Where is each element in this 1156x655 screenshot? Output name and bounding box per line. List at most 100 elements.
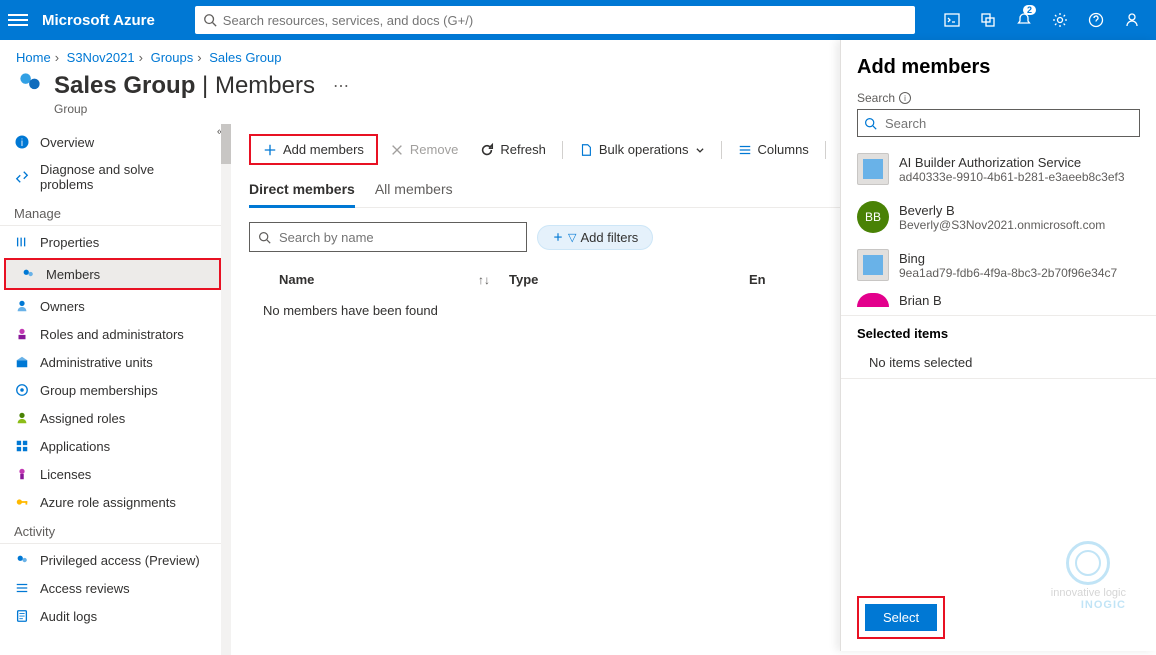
crumb-tenant[interactable]: S3Nov2021 (67, 50, 135, 65)
bulk-operations-button[interactable]: Bulk operations (569, 138, 715, 161)
crumb-home[interactable]: Home (16, 50, 51, 65)
sidebar-item-privileged[interactable]: Privileged access (Preview) (0, 546, 225, 574)
notification-badge: 2 (1023, 5, 1036, 15)
scrollbar-thumb[interactable] (221, 124, 231, 164)
crumb-current[interactable]: Sales Group (209, 50, 281, 65)
privileged-icon (14, 552, 30, 568)
result-item[interactable]: BB Beverly BBeverly@S3Nov2021.onmicrosof… (841, 193, 1156, 241)
name-search[interactable] (249, 222, 527, 252)
info-icon[interactable]: i (899, 92, 911, 104)
help-icon[interactable] (1080, 0, 1112, 40)
assigned-roles-icon (14, 410, 30, 426)
sidebar-section-manage: Manage (0, 198, 225, 226)
group-memberships-icon (14, 382, 30, 398)
highlight-add-members: Add members (249, 134, 378, 165)
search-icon (203, 13, 217, 27)
add-members-button[interactable]: Add members (253, 138, 374, 161)
column-type[interactable]: Type (509, 272, 749, 287)
file-icon (579, 143, 593, 157)
owners-icon (14, 298, 30, 314)
sidebar-item-members[interactable]: Members (6, 260, 219, 288)
applications-icon (14, 438, 30, 454)
key-icon (14, 494, 30, 510)
sidebar-item-owners[interactable]: Owners (0, 292, 225, 320)
columns-icon (738, 143, 752, 157)
add-members-panel: Add members Search i AI Builder Authoriz… (840, 40, 1156, 651)
notifications-icon[interactable]: 2 (1008, 0, 1040, 40)
refresh-icon (480, 143, 494, 157)
result-item[interactable]: Bing9ea1ad79-fdb6-4f9a-8bc3-2b70f96e34c7 (841, 241, 1156, 289)
sidebar-item-azure-roles[interactable]: Azure role assignments (0, 488, 225, 516)
more-actions-icon[interactable]: ⋯ (333, 76, 350, 96)
toolbar-separator (721, 141, 722, 159)
refresh-button[interactable]: Refresh (470, 138, 556, 161)
svg-text:i: i (21, 138, 23, 149)
panel-footer: Select (841, 584, 1156, 651)
sidebar-item-access-reviews[interactable]: Access reviews (0, 574, 225, 602)
select-button[interactable]: Select (865, 604, 937, 631)
cloud-shell-icon[interactable] (936, 0, 968, 40)
panel-search-label: Search i (841, 91, 1156, 109)
global-search-input[interactable] (217, 12, 907, 29)
search-icon (864, 117, 877, 130)
remove-button: Remove (380, 138, 468, 161)
service-avatar-icon (857, 249, 889, 281)
sort-icon[interactable]: ↑↓ (478, 273, 490, 287)
sidebar-item-roles[interactable]: Roles and administrators (0, 320, 225, 348)
result-item[interactable]: Brian B (841, 289, 1156, 307)
user-avatar-icon (857, 293, 889, 307)
admin-units-icon (14, 354, 30, 370)
feedback-icon[interactable] (1116, 0, 1148, 40)
plus-icon (263, 143, 277, 157)
tab-direct-members[interactable]: Direct members (249, 177, 355, 208)
sidebar-section-activity: Activity (0, 516, 225, 544)
column-name[interactable]: Name ↑↓ (249, 272, 509, 287)
service-avatar-icon (857, 153, 889, 185)
group-icon (16, 69, 44, 102)
sidebar-item-licenses[interactable]: Licenses (0, 460, 225, 488)
directories-icon[interactable] (972, 0, 1004, 40)
selected-items-header: Selected items (841, 315, 1156, 347)
crumb-groups[interactable]: Groups (151, 50, 194, 65)
sidebar-item-admin-units[interactable]: Administrative units (0, 348, 225, 376)
sidebar-item-applications[interactable]: Applications (0, 432, 225, 460)
filter-icon (552, 231, 564, 243)
sidebar-item-overview[interactable]: i Overview (0, 128, 225, 156)
info-icon: i (14, 134, 30, 150)
settings-icon[interactable] (1044, 0, 1076, 40)
highlight-select: Select (857, 596, 945, 639)
sidebar: « i Overview Diagnose and solve problems… (0, 124, 225, 655)
toolbar-separator (562, 141, 563, 159)
tab-all-members[interactable]: All members (375, 177, 453, 207)
columns-button[interactable]: Columns (728, 138, 819, 161)
x-icon (390, 143, 404, 157)
page-title: Sales Group | Members (54, 72, 315, 100)
scrollbar-track (221, 124, 231, 655)
chevron-down-icon (695, 145, 705, 155)
toolbar-separator (825, 141, 826, 159)
sidebar-item-group-memberships[interactable]: Group memberships (0, 376, 225, 404)
user-avatar-icon: BB (857, 201, 889, 233)
brand-label[interactable]: Microsoft Azure (42, 12, 155, 29)
panel-title: Add members (841, 40, 1156, 91)
sidebar-item-assigned-roles[interactable]: Assigned roles (0, 404, 225, 432)
highlight-members: Members (4, 258, 221, 290)
search-results: AI Builder Authorization Servicead40333e… (841, 137, 1156, 315)
sidebar-item-diagnose[interactable]: Diagnose and solve problems (0, 156, 225, 198)
panel-search[interactable] (857, 109, 1140, 137)
access-reviews-icon (14, 580, 30, 596)
audit-logs-icon (14, 608, 30, 624)
licenses-icon (14, 466, 30, 482)
global-search[interactable] (195, 6, 915, 34)
sidebar-item-properties[interactable]: Properties (0, 228, 225, 256)
menu-icon[interactable] (8, 10, 28, 30)
result-item[interactable]: AI Builder Authorization Servicead40333e… (841, 145, 1156, 193)
sidebar-item-audit-logs[interactable]: Audit logs (0, 602, 225, 630)
name-search-input[interactable] (277, 229, 518, 246)
azure-header: Microsoft Azure 2 (0, 0, 1156, 40)
members-icon (20, 266, 36, 282)
panel-search-input[interactable] (883, 115, 1133, 132)
column-email[interactable]: En (749, 272, 766, 287)
add-filters-button[interactable]: ▽ Add filters (537, 225, 653, 250)
wrench-icon (14, 169, 30, 185)
